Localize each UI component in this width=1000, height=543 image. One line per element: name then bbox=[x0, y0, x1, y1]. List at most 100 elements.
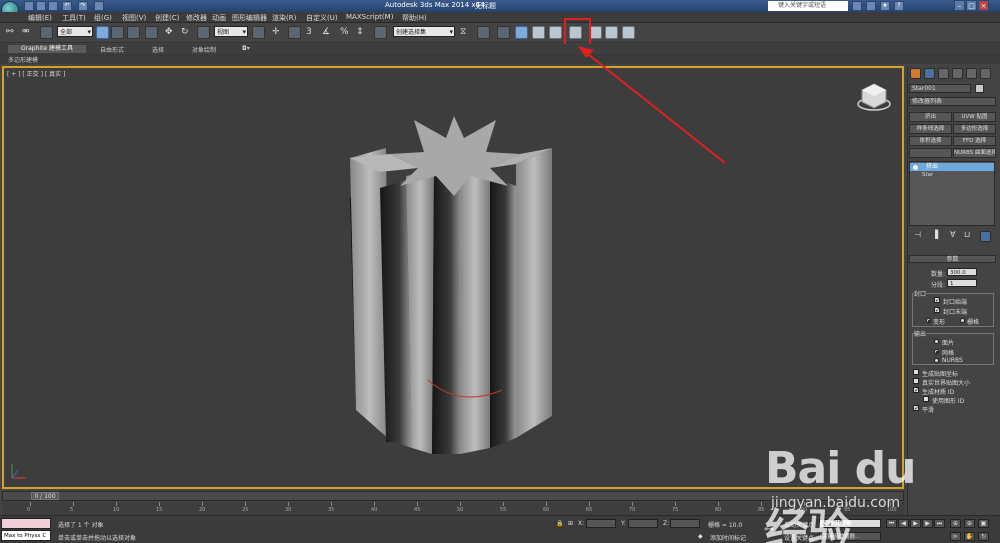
stack-item-extrude[interactable]: 挤出 bbox=[910, 163, 994, 171]
viewport-label[interactable]: [ + ] [ 正交 ] [ 真实 ] bbox=[7, 69, 65, 78]
mod-btn-ffd-select[interactable]: FFD 选择 bbox=[953, 136, 996, 146]
menu-rendering[interactable]: 渲染(R) bbox=[272, 13, 296, 23]
scale-icon[interactable] bbox=[197, 26, 210, 39]
manipulate-icon[interactable]: ✛ bbox=[272, 27, 280, 37]
menu-graph-editors[interactable]: 图形编辑器 bbox=[232, 13, 267, 23]
orbit-icon[interactable]: ↻ bbox=[978, 532, 989, 541]
zoom-extents-icon[interactable]: ▣ bbox=[978, 519, 989, 528]
gen-mat-ids-checkbox[interactable]: ✓ bbox=[913, 387, 919, 394]
pan-view-icon[interactable]: ✋ bbox=[964, 532, 975, 541]
link-icon[interactable]: ⚯ bbox=[6, 27, 14, 37]
time-tag-icon[interactable]: ◆ bbox=[698, 533, 703, 540]
named-selection-dropdown[interactable]: 创建选择集 bbox=[393, 26, 455, 38]
move-icon[interactable]: ✥ bbox=[165, 27, 173, 37]
menu-create[interactable]: 创建(C) bbox=[155, 13, 179, 23]
show-end-result-icon[interactable]: ▐ bbox=[932, 230, 938, 239]
open-file-icon[interactable] bbox=[36, 1, 46, 11]
ribbon-options-icon[interactable]: ◘▾ bbox=[242, 45, 250, 52]
absolute-mode-icon[interactable]: ⊞ bbox=[568, 520, 573, 527]
mod-btn-extrude[interactable]: 挤出 bbox=[909, 112, 952, 122]
mod-btn-empty[interactable] bbox=[909, 148, 952, 158]
mesh-radio[interactable] bbox=[934, 349, 939, 354]
save-file-icon[interactable] bbox=[48, 1, 58, 11]
align-icon[interactable] bbox=[477, 26, 490, 39]
select-by-name-icon[interactable] bbox=[111, 26, 124, 39]
extruded-star-object[interactable] bbox=[4, 68, 904, 489]
help-search-input[interactable]: 键入关键字或短语 bbox=[768, 1, 848, 11]
render-production-icon[interactable] bbox=[622, 26, 635, 39]
menu-help[interactable]: 帮助(H) bbox=[402, 13, 427, 23]
mod-btn-spline-select[interactable]: 样条线选择 bbox=[909, 124, 952, 134]
make-unique-icon[interactable]: ∀ bbox=[950, 230, 955, 239]
keyboard-shortcut-icon[interactable] bbox=[288, 26, 301, 39]
menu-group[interactable]: 组(G) bbox=[94, 13, 112, 23]
communication-center-icon[interactable] bbox=[866, 1, 876, 11]
maxscript-mini-listener[interactable]: Max to Physx C bbox=[1, 530, 51, 541]
perspective-viewport[interactable]: [ + ] [ 正交 ] [ 真实 ] bbox=[2, 66, 904, 489]
menu-views[interactable]: 视图(V) bbox=[122, 13, 146, 23]
motion-tab-icon[interactable] bbox=[952, 68, 963, 79]
maximize-button[interactable]: □ bbox=[966, 0, 977, 11]
menu-customize[interactable]: 自定义(U) bbox=[306, 13, 338, 23]
y-coord-field[interactable] bbox=[628, 519, 658, 528]
segments-spinner[interactable]: 1 bbox=[947, 279, 977, 287]
project-folder-icon[interactable] bbox=[94, 1, 104, 11]
help-question-icon[interactable]: ? bbox=[894, 1, 904, 11]
maxscript-listener-box[interactable] bbox=[1, 518, 51, 529]
morph-radio[interactable] bbox=[926, 318, 931, 323]
nurbs-radio[interactable] bbox=[934, 358, 939, 363]
grid-radio[interactable] bbox=[960, 318, 965, 323]
pivot-center-icon[interactable] bbox=[252, 26, 265, 39]
graphite-toggle-icon[interactable] bbox=[515, 26, 528, 39]
redo-icon[interactable]: ↷ bbox=[78, 1, 88, 11]
angle-snap-icon[interactable]: ∡ bbox=[322, 27, 330, 37]
ref-coord-dropdown[interactable]: 视图 bbox=[214, 26, 248, 38]
edit-named-sets-icon[interactable] bbox=[374, 26, 387, 39]
menu-edit[interactable]: 编辑(E) bbox=[28, 13, 52, 23]
unlink-icon[interactable]: ⚮ bbox=[22, 27, 30, 37]
hierarchy-tab-icon[interactable] bbox=[938, 68, 949, 79]
lock-selection-icon[interactable]: 🔒 bbox=[556, 520, 563, 527]
cap-start-checkbox[interactable]: ✓ bbox=[934, 297, 940, 304]
window-crossing-icon[interactable] bbox=[145, 26, 158, 39]
mirror-icon[interactable]: ⧖ bbox=[460, 27, 466, 37]
zoom-all-icon[interactable]: ⊕ bbox=[964, 519, 975, 528]
x-coord-field[interactable] bbox=[586, 519, 616, 528]
configure-sets-icon[interactable] bbox=[980, 231, 991, 242]
spinner-snap-icon[interactable]: ⇕ bbox=[356, 27, 364, 37]
rotate-icon[interactable]: ↻ bbox=[181, 27, 189, 37]
favorites-star-icon[interactable]: ★ bbox=[880, 1, 890, 11]
new-file-icon[interactable] bbox=[24, 1, 34, 11]
close-button[interactable]: × bbox=[978, 0, 989, 11]
rect-selection-icon[interactable] bbox=[127, 26, 140, 39]
time-slider-thumb[interactable]: 0 / 100 bbox=[31, 492, 59, 500]
pin-stack-icon[interactable]: ⊣ bbox=[914, 230, 921, 239]
viewcube-icon[interactable] bbox=[856, 82, 892, 112]
menu-modifiers[interactable]: 修改器 bbox=[186, 13, 207, 23]
cap-end-checkbox[interactable]: ✓ bbox=[934, 307, 940, 314]
undo-icon[interactable]: ↶ bbox=[62, 1, 72, 11]
snaps-toggle-icon[interactable]: 3 bbox=[306, 27, 312, 37]
mod-btn-vol-select[interactable]: 体积选择 bbox=[909, 136, 952, 146]
percent-snap-icon[interactable]: % bbox=[340, 27, 349, 37]
ribbon-tab-selection[interactable]: 选择 bbox=[152, 45, 164, 54]
object-name-field[interactable]: Star001 bbox=[909, 84, 971, 93]
rendered-frame-window-icon[interactable] bbox=[605, 26, 618, 39]
polygon-modeling-label[interactable]: 多边形建模 bbox=[8, 55, 38, 64]
utilities-tab-icon[interactable] bbox=[980, 68, 991, 79]
parameters-rollout[interactable]: 参数 bbox=[909, 255, 996, 263]
create-tab-icon[interactable] bbox=[910, 68, 921, 79]
add-time-tag[interactable]: 添加时间标记 bbox=[710, 533, 746, 542]
bind-space-warp-icon[interactable] bbox=[40, 26, 53, 39]
mod-btn-poly-select[interactable]: 多边形选择 bbox=[953, 124, 996, 134]
real-world-checkbox[interactable] bbox=[913, 378, 919, 384]
remove-modifier-icon[interactable]: ⊔ bbox=[964, 230, 970, 239]
curve-editor-icon[interactable] bbox=[532, 26, 545, 39]
layer-manager-icon[interactable] bbox=[497, 26, 510, 39]
schematic-view-icon[interactable] bbox=[549, 26, 562, 39]
menu-animation[interactable]: 动画 bbox=[212, 13, 226, 23]
amount-spinner[interactable]: 300.0 bbox=[947, 268, 977, 276]
menu-maxscript[interactable]: MAXScript(M) bbox=[346, 13, 393, 21]
gen-mapping-checkbox[interactable] bbox=[913, 369, 919, 375]
minimize-button[interactable]: – bbox=[954, 0, 965, 11]
